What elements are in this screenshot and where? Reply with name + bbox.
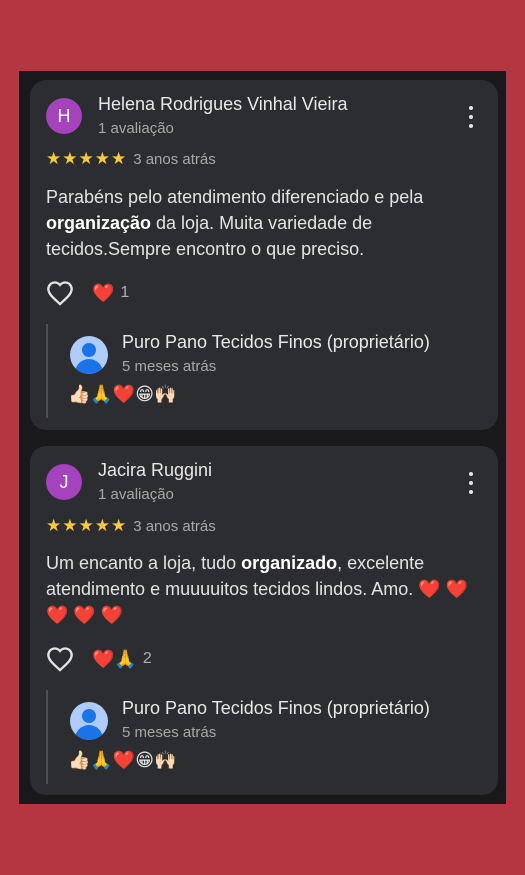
rating-stars: ★★★★★ 3 anos atrás bbox=[46, 516, 216, 536]
reactions-row: ❤️ 1 bbox=[46, 280, 129, 306]
reviewer-name[interactable]: Jacira Ruggini bbox=[98, 460, 212, 481]
review-time: 3 anos atrás bbox=[133, 518, 216, 535]
review-text: Parabéns pelo atendimento diferenciado e… bbox=[46, 187, 424, 259]
more-options-icon[interactable] bbox=[468, 106, 474, 128]
reaction-emoji[interactable]: ❤️🙏 bbox=[92, 649, 137, 670]
reaction-count: 2 bbox=[142, 650, 152, 667]
reviewer-avatar[interactable]: H bbox=[46, 98, 82, 134]
review-text: Um encanto a loja, tudo organizado, exce… bbox=[46, 553, 469, 625]
owner-reply-text: 👍🏻🙏❤️😁🙌🏻 bbox=[68, 750, 177, 770]
stars-icon: ★★★★★ bbox=[46, 516, 128, 535]
owner-reply: Puro Pano Tecidos Finos (proprietário) 5… bbox=[46, 324, 488, 418]
reaction-emoji[interactable]: ❤️ bbox=[92, 283, 114, 304]
review-card: J Jacira Ruggini 1 avaliação ★★★★★ 3 anos… bbox=[30, 446, 498, 795]
owner-avatar[interactable] bbox=[70, 336, 108, 374]
more-options-icon[interactable] bbox=[468, 472, 474, 494]
reactions-row: ❤️🙏 2 bbox=[46, 646, 152, 672]
heart-outline-icon[interactable] bbox=[46, 646, 74, 672]
owner-reply: Puro Pano Tecidos Finos (proprietário) 5… bbox=[46, 690, 488, 784]
owner-avatar[interactable] bbox=[70, 702, 108, 740]
reviewer-avatar[interactable]: J bbox=[46, 464, 82, 500]
owner-name[interactable]: Puro Pano Tecidos Finos (proprietário) bbox=[122, 698, 430, 719]
review-card: H Helena Rodrigues Vinhal Vieira 1 avali… bbox=[30, 80, 498, 430]
reaction-count: 1 bbox=[120, 284, 130, 301]
review-time: 3 anos atrás bbox=[133, 151, 216, 168]
owner-reply-time: 5 meses atrás bbox=[122, 358, 217, 375]
owner-reply-text: 👍🏻🙏❤️😁🙌🏻 bbox=[68, 384, 177, 404]
reviewer-name[interactable]: Helena Rodrigues Vinhal Vieira bbox=[98, 94, 348, 115]
heart-outline-icon[interactable] bbox=[46, 280, 74, 306]
reviewer-review-count: 1 avaliação bbox=[98, 120, 174, 137]
stars-icon: ★★★★★ bbox=[46, 149, 128, 168]
owner-name[interactable]: Puro Pano Tecidos Finos (proprietário) bbox=[122, 332, 430, 353]
owner-reply-time: 5 meses atrás bbox=[122, 724, 217, 741]
reviewer-review-count: 1 avaliação bbox=[98, 486, 174, 503]
rating-stars: ★★★★★ 3 anos atrás bbox=[46, 149, 216, 169]
